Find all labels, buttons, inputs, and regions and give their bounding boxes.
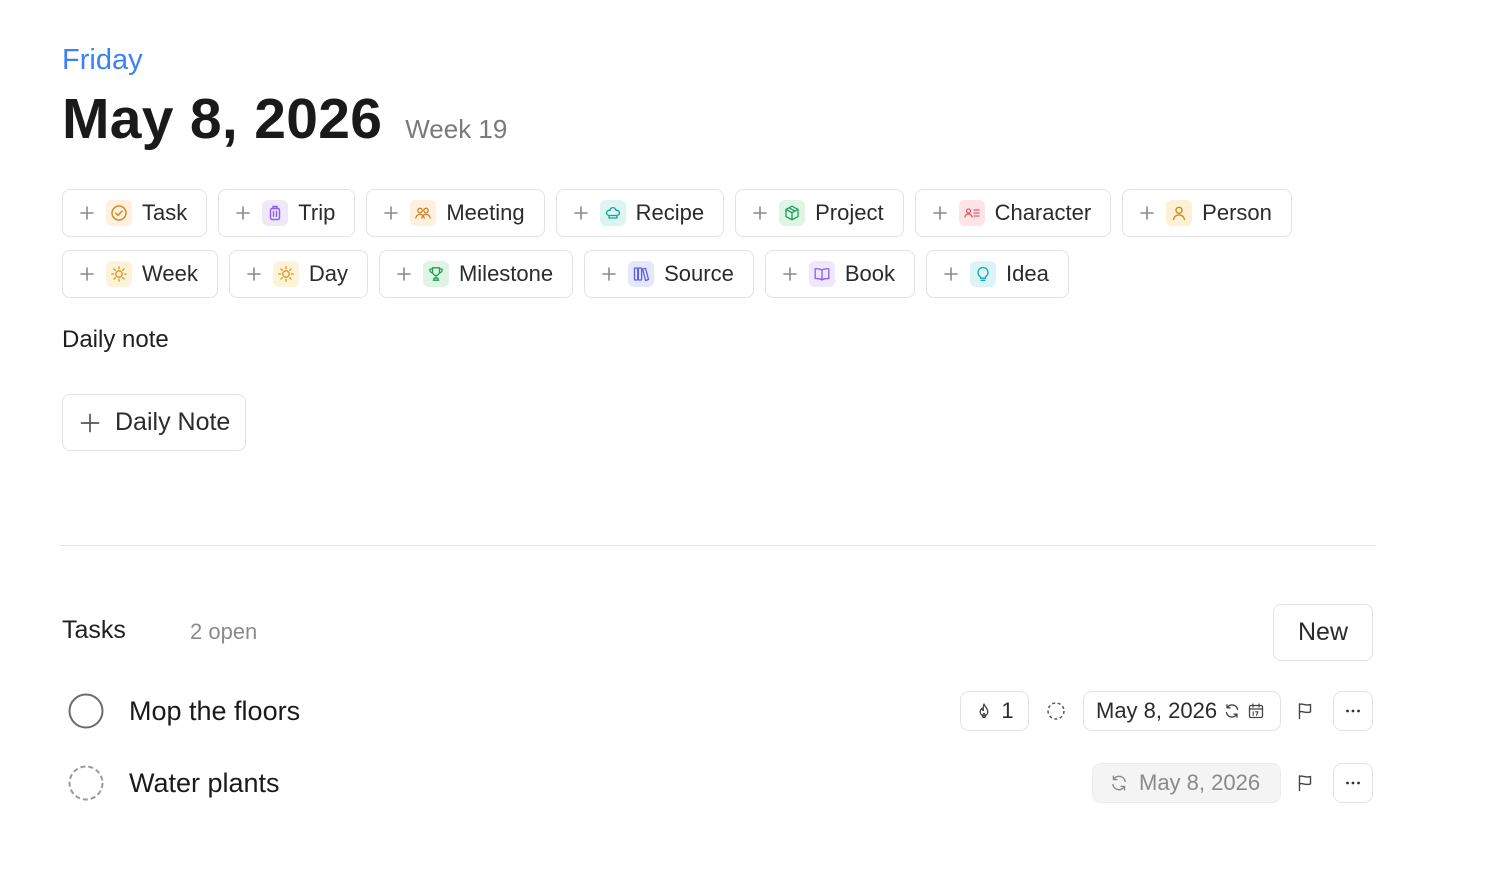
plus-icon xyxy=(752,205,768,221)
chip-label: Milestone xyxy=(458,261,554,286)
recurring-date-chip[interactable]: May 8, 2026 xyxy=(1092,763,1281,803)
tasks-open-count: 2 open xyxy=(190,619,258,644)
box-icon xyxy=(779,200,806,226)
plus-icon xyxy=(79,205,95,221)
plus-icon xyxy=(943,266,959,282)
task-row: Water plants May 8, 2026 xyxy=(62,763,1373,803)
plus-icon xyxy=(1139,205,1155,221)
plus-icon xyxy=(383,205,399,221)
chef-hat-icon xyxy=(599,200,626,226)
add-person-chip[interactable]: Person xyxy=(1122,189,1292,237)
plus-icon xyxy=(79,412,101,434)
plus-icon xyxy=(79,266,95,282)
add-daily-note-button[interactable]: Daily Note xyxy=(62,394,247,451)
chip-label: Week xyxy=(142,261,198,286)
chip-label: Meeting xyxy=(446,200,525,225)
chip-label: Trip xyxy=(298,200,336,225)
task-title[interactable]: Water plants xyxy=(129,766,280,800)
flag-icon[interactable] xyxy=(1294,763,1316,803)
open-book-icon xyxy=(808,261,835,287)
weekday-label: Friday xyxy=(62,44,143,76)
add-day-chip[interactable]: Day xyxy=(228,250,368,298)
ellipsis-icon xyxy=(1346,781,1360,785)
chip-label: Idea xyxy=(1006,261,1049,286)
chip-label: Book xyxy=(844,261,895,286)
due-date-label: May 8, 2026 xyxy=(1096,698,1218,723)
chip-label: Day xyxy=(308,261,348,286)
daily-note-heading: Daily note xyxy=(62,326,169,353)
section-divider xyxy=(60,545,1376,546)
page-title: May 8, 2026 xyxy=(62,87,383,151)
task-checkbox-recurring[interactable] xyxy=(68,765,104,801)
chip-label: Project xyxy=(815,200,884,225)
luggage-icon xyxy=(262,200,289,226)
add-source-chip[interactable]: Source xyxy=(584,250,754,298)
calendar-icon xyxy=(1248,703,1264,719)
week-label[interactable]: Week 19 xyxy=(405,114,507,145)
due-date-chip[interactable]: May 8, 2026 xyxy=(1083,691,1281,731)
due-date-label: May 8, 2026 xyxy=(1139,770,1261,795)
add-idea-chip[interactable]: Idea xyxy=(926,250,1069,298)
chip-label: Character xyxy=(994,200,1092,225)
flag-icon[interactable] xyxy=(1294,691,1316,731)
person-icon xyxy=(1166,200,1193,226)
daily-note-button-label: Daily Note xyxy=(115,408,231,436)
library-icon xyxy=(628,261,655,287)
task-checkbox[interactable] xyxy=(68,693,104,729)
chip-label: Person xyxy=(1202,200,1272,225)
add-meeting-chip[interactable]: Meeting xyxy=(366,189,545,237)
add-trip-chip[interactable]: Trip xyxy=(218,189,356,237)
add-task-chip[interactable]: Task xyxy=(62,189,208,237)
plus-icon xyxy=(396,266,412,282)
plus-icon xyxy=(932,205,948,221)
more-options-button[interactable] xyxy=(1333,691,1373,731)
plus-icon xyxy=(573,205,589,221)
sun-icon xyxy=(272,261,299,287)
add-project-chip[interactable]: Project xyxy=(735,189,904,237)
add-milestone-chip[interactable]: Milestone xyxy=(378,250,574,298)
add-week-chip[interactable]: Week xyxy=(62,250,218,298)
status-icon[interactable] xyxy=(1042,691,1070,731)
plus-icon xyxy=(782,266,798,282)
tasks-heading: Tasks xyxy=(62,616,126,644)
streak-count: 1 xyxy=(1001,698,1014,723)
template-chips-row-1: Task Trip Meeting Recipe Project Charact… xyxy=(62,189,1292,237)
task-row: Mop the floors 1 May 8, 2026 xyxy=(62,691,1373,731)
streak-badge[interactable]: 1 xyxy=(960,691,1029,731)
lightbulb-icon xyxy=(970,261,996,287)
date-header: May 8, 2026 Week 19 xyxy=(62,86,507,152)
plus-icon xyxy=(246,266,262,282)
sun-icon xyxy=(106,261,132,287)
plus-icon xyxy=(235,205,251,221)
chip-label: Source xyxy=(664,261,734,286)
new-task-button[interactable]: New xyxy=(1273,604,1373,661)
check-circle-icon xyxy=(106,200,132,226)
repeat-icon xyxy=(1112,775,1126,791)
chip-label: Task xyxy=(142,200,188,225)
trophy-icon xyxy=(422,261,449,287)
flame-icon xyxy=(979,703,989,719)
people-icon xyxy=(410,200,437,226)
repeat-icon xyxy=(1225,704,1239,718)
add-recipe-chip[interactable]: Recipe xyxy=(555,189,725,237)
plus-icon xyxy=(601,266,617,282)
more-options-button[interactable] xyxy=(1333,763,1373,803)
add-character-chip[interactable]: Character xyxy=(914,189,1112,237)
ellipsis-icon xyxy=(1346,709,1360,713)
chip-label: Recipe xyxy=(635,200,705,225)
contact-card-icon xyxy=(958,200,985,226)
add-book-chip[interactable]: Book xyxy=(764,250,915,298)
task-title[interactable]: Mop the floors xyxy=(129,694,300,728)
template-chips-row-2: Week Day Milestone Source Book Idea xyxy=(62,250,1069,298)
